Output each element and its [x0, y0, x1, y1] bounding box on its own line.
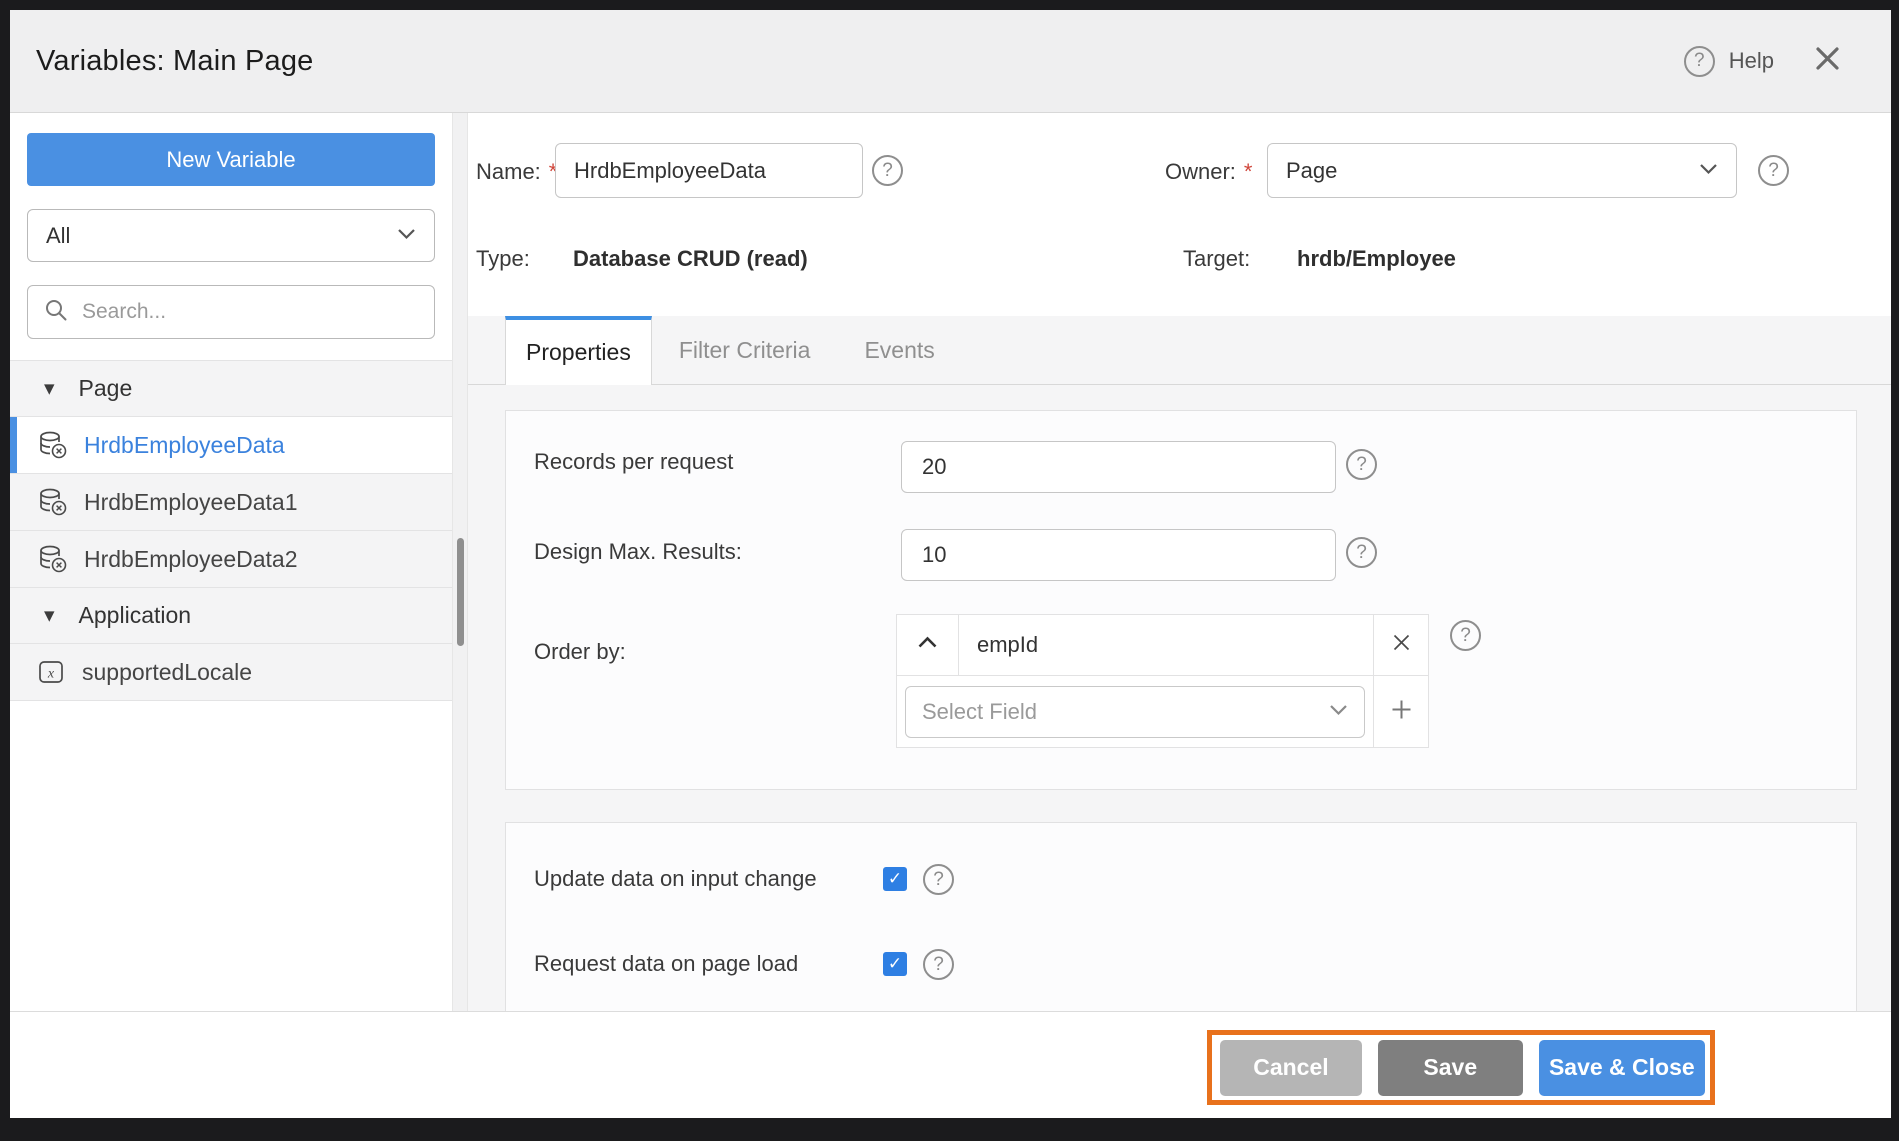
chevron-down-icon	[1329, 703, 1348, 721]
help-button[interactable]: ? Help	[1683, 45, 1774, 77]
plus-icon	[1391, 699, 1412, 725]
data-options-panel: Update data on input change ? Request da…	[505, 822, 1857, 1011]
dialog-footer: Cancel Save Save & Close	[10, 1011, 1891, 1118]
sort-field-value[interactable]: empId	[959, 615, 1374, 676]
database-crud-icon	[38, 487, 68, 517]
tab-events[interactable]: Events	[837, 316, 961, 384]
svg-text:x: x	[47, 667, 55, 682]
variable-x-icon: x	[38, 658, 66, 686]
chevron-down-icon	[397, 227, 416, 245]
name-help-icon[interactable]: ?	[872, 155, 903, 186]
owner-help-icon[interactable]: ?	[1758, 155, 1789, 186]
help-label: Help	[1728, 48, 1774, 73]
records-help-icon[interactable]: ?	[1346, 449, 1377, 480]
type-label: Type:	[476, 246, 530, 271]
add-sort-row: Select Field	[897, 676, 1429, 748]
properties-tab-content: Records per request ? Design Max. Result…	[468, 385, 1891, 1011]
database-crud-icon	[38, 544, 68, 574]
save-button[interactable]: Save	[1377, 1039, 1523, 1096]
sidebar-scrollbar	[452, 113, 468, 1011]
owner-select[interactable]: Page	[1267, 143, 1737, 198]
design-max-results-field[interactable]	[901, 529, 1336, 581]
name-label: Name: *	[476, 159, 558, 184]
scrollbar-thumb[interactable]	[457, 538, 464, 646]
tree-group-application[interactable]: ▾ Application	[10, 587, 452, 644]
dialog-title: Variables: Main Page	[36, 44, 314, 77]
owner-selected-value: Page	[1286, 157, 1338, 183]
tree-item-supportedlocale[interactable]: x supportedLocale	[10, 644, 452, 701]
order-by-help-icon[interactable]: ?	[1450, 620, 1481, 651]
target-value: hrdb/Employee	[1297, 246, 1456, 271]
records-per-request-field[interactable]	[901, 441, 1336, 493]
name-field[interactable]	[555, 143, 863, 198]
caret-down-icon: ▾	[44, 377, 55, 400]
records-per-request-label: Records per request	[534, 449, 734, 474]
variable-form-top: Name:* ? Owner:* Page ? Type:	[468, 113, 1891, 316]
tab-properties[interactable]: Properties	[505, 316, 652, 385]
variables-sidebar: New Variable All Search... ▾ Page HrdbEm…	[10, 113, 452, 1011]
variable-editor: Name:* ? Owner:* Page ? Type:	[468, 113, 1891, 1011]
remove-sort-field-button[interactable]	[1374, 615, 1429, 676]
new-variable-button[interactable]: New Variable	[27, 133, 435, 186]
request-on-page-load-label: Request data on page load	[534, 951, 799, 976]
update-help-icon[interactable]: ?	[923, 864, 954, 895]
search-input[interactable]	[82, 300, 418, 324]
tree-item-hrdbemployeedata2[interactable]: HrdbEmployeeData2	[10, 531, 452, 588]
design-max-results-label: Design Max. Results:	[534, 539, 742, 564]
type-value: Database CRUD (read)	[573, 246, 808, 271]
owner-label: Owner: *	[1165, 159, 1253, 184]
cancel-button[interactable]: Cancel	[1220, 1039, 1362, 1096]
target-label: Target:	[1183, 246, 1251, 271]
help-question-icon: ?	[1683, 45, 1715, 77]
add-sort-field-button[interactable]	[1374, 676, 1429, 748]
query-properties-panel: Records per request ? Design Max. Result…	[505, 410, 1857, 790]
annotation-highlight-box: Cancel Save Save & Close	[1207, 1030, 1715, 1105]
variables-tree: ▾ Page HrdbEmployeeData HrdbEmployeeData…	[10, 360, 452, 701]
tree-item-hrdbemployeedata1[interactable]: HrdbEmployeeData1	[10, 474, 452, 531]
update-on-input-change-checkbox[interactable]	[883, 867, 907, 891]
order-by-widget: empId Select Field	[896, 614, 1429, 748]
select-field-placeholder: Select Field	[922, 698, 1037, 724]
select-field-dropdown[interactable]: Select Field	[905, 685, 1365, 738]
tab-bar: Properties Filter Criteria Events	[468, 316, 1891, 385]
screenshot-frame: Variables: Main Page ? Help New Variable…	[0, 0, 1899, 1141]
dialog-body: New Variable All Search... ▾ Page HrdbEm…	[10, 113, 1891, 1011]
select-field-cell: Select Field	[897, 676, 1374, 748]
design-help-icon[interactable]: ?	[1346, 537, 1377, 568]
tab-filter-criteria[interactable]: Filter Criteria	[652, 316, 838, 384]
update-on-input-change-label: Update data on input change	[534, 866, 817, 891]
save-and-close-button[interactable]: Save & Close	[1538, 1039, 1705, 1096]
search-box	[27, 285, 435, 339]
variable-filter-select[interactable]: All	[27, 209, 435, 262]
close-icon	[1814, 45, 1841, 77]
selected-indicator	[10, 417, 17, 473]
tree-item-hrdbemployeedata[interactable]: HrdbEmployeeData	[10, 417, 452, 474]
tree-group-page[interactable]: ▾ Page	[10, 360, 452, 417]
sort-direction-button[interactable]	[897, 615, 959, 676]
sort-entry-row: empId	[897, 615, 1429, 676]
caret-down-icon: ▾	[44, 604, 55, 627]
required-asterisk: *	[1243, 159, 1253, 184]
filter-selected-value: All	[46, 222, 71, 248]
search-icon	[44, 298, 68, 327]
chevron-down-icon	[1699, 162, 1718, 180]
order-by-label: Order by:	[534, 639, 626, 664]
request-on-page-load-checkbox[interactable]	[883, 952, 907, 976]
chevron-up-icon	[917, 636, 938, 654]
request-help-icon[interactable]: ?	[923, 949, 954, 980]
dialog-header: Variables: Main Page ? Help	[10, 10, 1891, 113]
close-button[interactable]	[1814, 45, 1841, 77]
variables-dialog: Variables: Main Page ? Help New Variable…	[10, 10, 1891, 1118]
sidebar-controls: New Variable All	[10, 113, 452, 339]
remove-icon	[1392, 633, 1411, 657]
database-crud-icon	[38, 430, 68, 460]
